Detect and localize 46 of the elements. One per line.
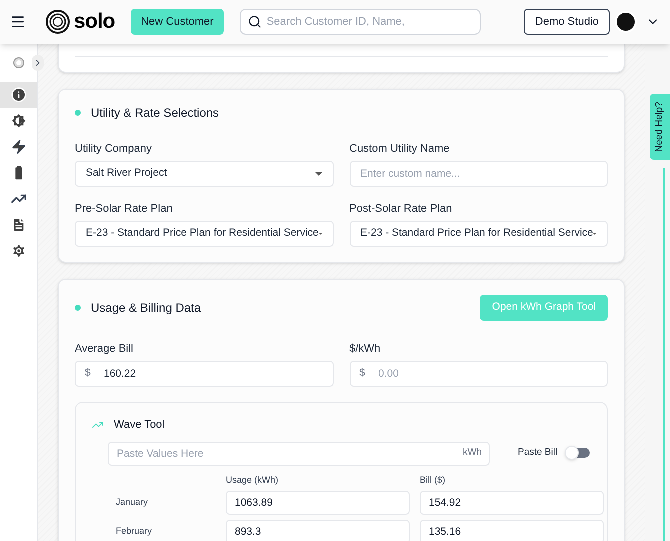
bill-field[interactable]: 154.92 [420,491,604,515]
usage-field[interactable]: 893.3 [226,520,410,541]
section-title: Wave Tool [114,418,165,433]
field-label: $/kWh [350,343,382,356]
text-field[interactable]: Enter custom name... [350,161,608,187]
search-field[interactable]: Search Customer ID, Name, [240,9,481,35]
avatar-icon[interactable] [614,10,638,34]
new-customer-button[interactable]: New Customer [131,9,224,35]
help-tab[interactable]: Need Help? [650,94,670,160]
usage-field[interactable]: 1063.89 [226,491,410,515]
bolt-icon [10,139,26,155]
month-label: February [115,525,154,538]
select-field[interactable]: Salt River Project [75,161,334,187]
brightness-icon [10,113,26,129]
select-field[interactable]: E-23 - Standard Price Plan for Residential Service [350,221,608,247]
unit-label: kWh [463,447,482,459]
dropdown-caret-icon [593,232,597,236]
dropdown-caret-icon [318,232,322,236]
field-label: Custom Utility Name [350,143,451,156]
section-title: Utility & Rate Selections [91,105,220,122]
field-label: Average Bill [75,343,134,356]
logo-icon [12,57,24,69]
search-icon [248,15,262,29]
menu-icon[interactable] [10,14,26,30]
info-icon [10,87,26,103]
field-label: Pre-Solar Rate Plan [75,203,174,216]
field-label: Utility Company [75,143,154,156]
month-label: January [115,496,150,510]
currency-prefix: $ [360,367,366,380]
column-header: Usage (kWh) [226,475,280,486]
paste-bill-toggle[interactable] [566,448,590,458]
section-title: Usage & Billing Data [91,300,202,317]
currency-prefix: $ [85,367,91,380]
settings-icon [10,243,26,259]
trend-icon [92,419,104,431]
dropdown-caret-icon [314,172,322,176]
bill-field[interactable]: 135.16 [420,520,604,541]
select-field[interactable]: E-23 - Standard Price Plan for Residential Service [75,221,334,247]
logo-text: solo [74,9,116,36]
toggle-label: Paste Bill [518,446,558,460]
studio-button[interactable]: Demo Studio [524,9,610,35]
field-label: Post-Solar Rate Plan [350,203,454,216]
logo-icon [46,10,70,34]
expand-button[interactable] [32,55,44,71]
sidebar-item[interactable] [0,82,37,108]
column-header: Bill ($) [420,475,447,486]
